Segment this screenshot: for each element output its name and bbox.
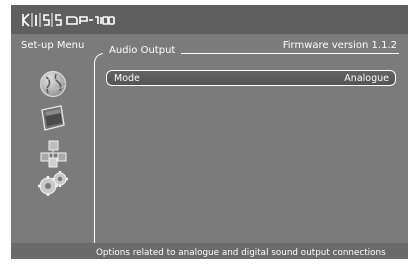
top-bar — [11, 5, 408, 34]
firmware-version: Firmware version 1.1.2 — [282, 40, 397, 51]
setting-label: Mode — [114, 73, 140, 84]
gears-icon — [38, 171, 68, 196]
setting-row-mode[interactable]: Mode Analogue — [106, 70, 396, 86]
section-title: Audio Output — [103, 45, 182, 56]
network-icon — [40, 140, 67, 168]
sidebar-item-network[interactable] — [33, 139, 73, 169]
setup-screen: Set-up Menu Firmware version 1.1.2 Audio… — [11, 5, 408, 259]
setting-value: Analogue — [344, 73, 389, 84]
brand-logo — [21, 11, 115, 29]
footer-hint: Options related to analogue and digital … — [96, 248, 386, 258]
sidebar-item-settings[interactable] — [33, 169, 73, 199]
sidebar-item-monitor[interactable] — [33, 103, 73, 133]
globe-icon — [39, 70, 67, 98]
sidebar-item-globe[interactable] — [33, 69, 73, 99]
monitor-icon — [41, 105, 65, 131]
menu-title: Set-up Menu — [21, 40, 85, 51]
kiss-dp1100-logo — [22, 13, 115, 27]
